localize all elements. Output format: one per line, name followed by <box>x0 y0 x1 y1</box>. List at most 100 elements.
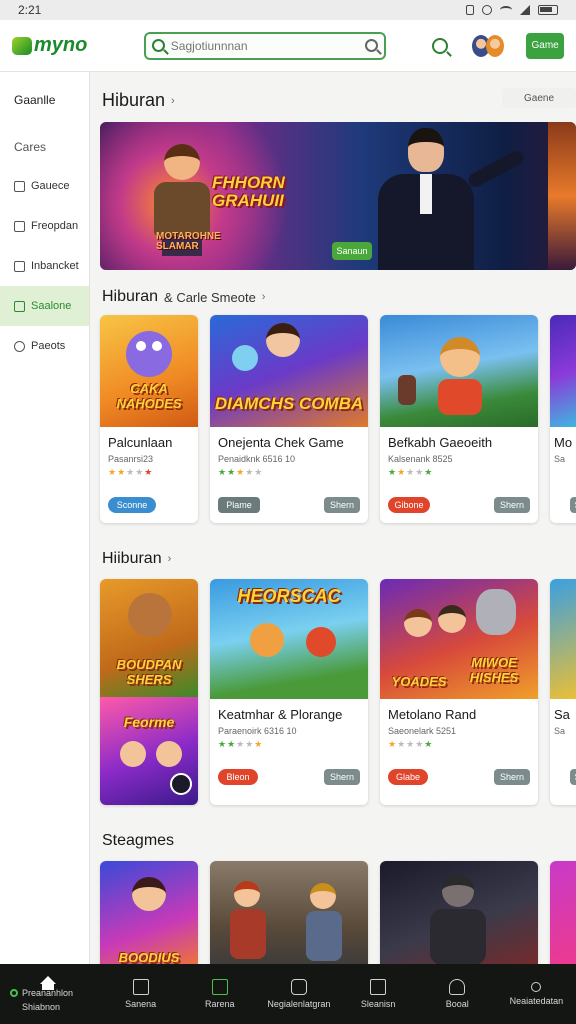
play-button[interactable]: Bleon <box>218 769 258 785</box>
game-card[interactable]: DIAMCHS COMBA Onejenta Chek Game Penaidk… <box>210 315 368 523</box>
person-icon <box>449 979 466 995</box>
active-indicator-icon <box>10 989 18 997</box>
sidebar-item-saalone[interactable]: Saalone <box>0 286 89 326</box>
status-icons <box>466 5 558 15</box>
section-title: Hiburan <box>102 288 159 305</box>
app-logo[interactable]: myno <box>12 34 116 57</box>
game-row: BOUDPAN SHERS Feorme HEORSCAC Keatmhar &… <box>100 579 576 805</box>
game-card[interactable]: Mo Sa Sh <box>550 315 576 523</box>
game-thumbnail: CAKA NAHODES <box>100 315 198 427</box>
doc-icon <box>211 979 228 995</box>
game-card[interactable]: HEORSCAC Keatmhar & Plorange Paraenoirk … <box>210 579 368 805</box>
game-thumbnail <box>380 861 538 964</box>
lock-icon <box>14 220 25 232</box>
phone-icon <box>290 979 307 995</box>
sidebar-item-paeots[interactable]: Paeots <box>0 326 89 366</box>
header-action-button[interactable]: Game <box>526 32 565 59</box>
nav-item-sanena[interactable]: Sanena <box>101 964 180 1024</box>
sidebar-item-gauece[interactable]: Gauece <box>0 166 89 206</box>
sidebar-item-label: Cares <box>14 140 47 154</box>
game-card[interactable]: Befkabh Gaeoeith Kalsenank 8525 ★★★★★ Gi… <box>380 315 538 523</box>
search-box[interactable] <box>143 31 387 60</box>
hero-banner[interactable]: FHHORN GRAHUII MOTAROHNE SLAMAR Sanaun <box>100 122 576 270</box>
main-content: Hiburan › Gaene FHHORN GRAHUII MOTAROHNE… <box>90 72 576 964</box>
game-thumbnail <box>550 315 576 427</box>
share-button[interactable]: Sh <box>570 497 576 513</box>
section-header: Hiiburan › <box>102 550 171 568</box>
signal-icon <box>520 5 530 15</box>
game-card[interactable]: CAKA NAHODES Palcunlaan Pasanrsi23 ★★★★★… <box>100 315 198 523</box>
share-button[interactable]: Shern <box>494 769 530 785</box>
rating-stars: ★★★★★ <box>108 467 154 477</box>
game-title: Mo <box>554 435 573 450</box>
game-thumbnail <box>380 315 538 427</box>
share-button[interactable]: Shern <box>324 769 360 785</box>
battery-icon <box>538 5 558 15</box>
sidebar-item-cares[interactable]: Cares <box>0 128 89 166</box>
game-title: Befkabh Gaeoeith <box>388 435 493 450</box>
game-meta: Pasanrsi23 <box>108 454 154 464</box>
game-card[interactable]: BOUDPAN SHERS Feorme <box>100 579 198 805</box>
game-thumbnail: BOODIUS <box>100 861 198 964</box>
game-meta: Kalsenank 8525 <box>388 454 453 464</box>
thumbnail-title: MIWOE HISHES <box>469 655 519 685</box>
chevron-right-icon[interactable]: › <box>171 95 175 107</box>
game-thumbnail <box>550 861 576 964</box>
game-title: Keatmhar & Plorange <box>218 707 343 722</box>
share-button[interactable]: Shern <box>324 497 360 513</box>
search-submit-icon[interactable] <box>365 39 379 52</box>
sidebar-item-label: Inbancket <box>31 260 79 272</box>
game-card[interactable] <box>380 861 538 964</box>
nav-item-rarena[interactable]: Rarena <box>180 964 259 1024</box>
search-input[interactable] <box>170 38 360 53</box>
game-card[interactable] <box>210 861 368 964</box>
nav-label: Sanena <box>125 999 157 1009</box>
sidebar-item-freopdan[interactable]: Freopdan <box>0 206 89 246</box>
game-row: BOODIUS <box>100 861 576 964</box>
banner-caption-line: SLAMAR <box>156 241 199 252</box>
play-button[interactable]: Glabe <box>388 769 428 785</box>
thumbnail-title: BOODIUS <box>118 950 180 964</box>
bottom-navigation: Preananhlon Shiabnon Sanena Rarena Negia… <box>0 964 576 1024</box>
nav-item-home[interactable]: Preananhlon Shiabnon <box>0 964 101 1024</box>
sidebar-item-label: Freopdan <box>31 220 79 232</box>
banner-button[interactable]: Sanaun <box>332 242 372 260</box>
game-meta: Saeonelark 5251 <box>388 726 457 736</box>
game-filter-dropdown[interactable]: Gaene <box>502 88 576 108</box>
section-header: Steagmes <box>102 832 174 850</box>
chevron-right-icon[interactable]: › <box>168 553 172 565</box>
game-row: CAKA NAHODES Palcunlaan Pasanrsi23 ★★★★★… <box>100 315 576 523</box>
sidebar-title: Gaanlle <box>14 93 56 107</box>
rating-stars: ★★★★★ <box>218 467 264 477</box>
share-button[interactable]: Sh <box>570 769 576 785</box>
header-search-button[interactable] <box>432 37 449 54</box>
nav-item-negialenlatgran[interactable]: Negialenlatgran <box>259 964 338 1024</box>
thumbnail-title: CAKA NAHODES <box>116 381 182 411</box>
home-icon <box>40 976 56 990</box>
nav-item-sleanisn[interactable]: Sleanisn <box>339 964 418 1024</box>
avatar-group[interactable] <box>472 34 505 57</box>
box-icon <box>370 979 387 995</box>
game-card[interactable]: MIWOE HISHES YOADES Metolano Rand Saeone… <box>380 579 538 805</box>
game-meta: Sa <box>554 454 566 464</box>
game-title: Sa <box>554 707 570 722</box>
dot-icon <box>531 982 542 992</box>
play-button[interactable]: Sconne <box>108 497 156 513</box>
nav-label: Rarena <box>205 999 235 1009</box>
play-button[interactable]: Gibone <box>388 497 430 513</box>
next-banner-peek[interactable] <box>548 122 576 270</box>
logo-text: myno <box>34 34 88 56</box>
avatar <box>486 34 505 57</box>
game-card[interactable] <box>550 861 576 964</box>
nav-item-booal[interactable]: Booal <box>418 964 497 1024</box>
share-button[interactable]: Shern <box>494 497 530 513</box>
nav-item-neaiatedatan[interactable]: Neaiatedatan <box>497 964 576 1024</box>
logo-icon <box>12 36 32 55</box>
game-card[interactable]: BOODIUS <box>100 861 198 964</box>
wifi-icon <box>500 6 512 14</box>
game-thumbnail: Feorme <box>100 697 198 805</box>
game-card[interactable]: Sa Sa Sh <box>550 579 576 805</box>
chevron-right-icon[interactable]: › <box>262 291 266 303</box>
play-button[interactable]: Plame <box>218 497 260 513</box>
sidebar-item-inbancket[interactable]: Inbancket <box>0 246 89 286</box>
